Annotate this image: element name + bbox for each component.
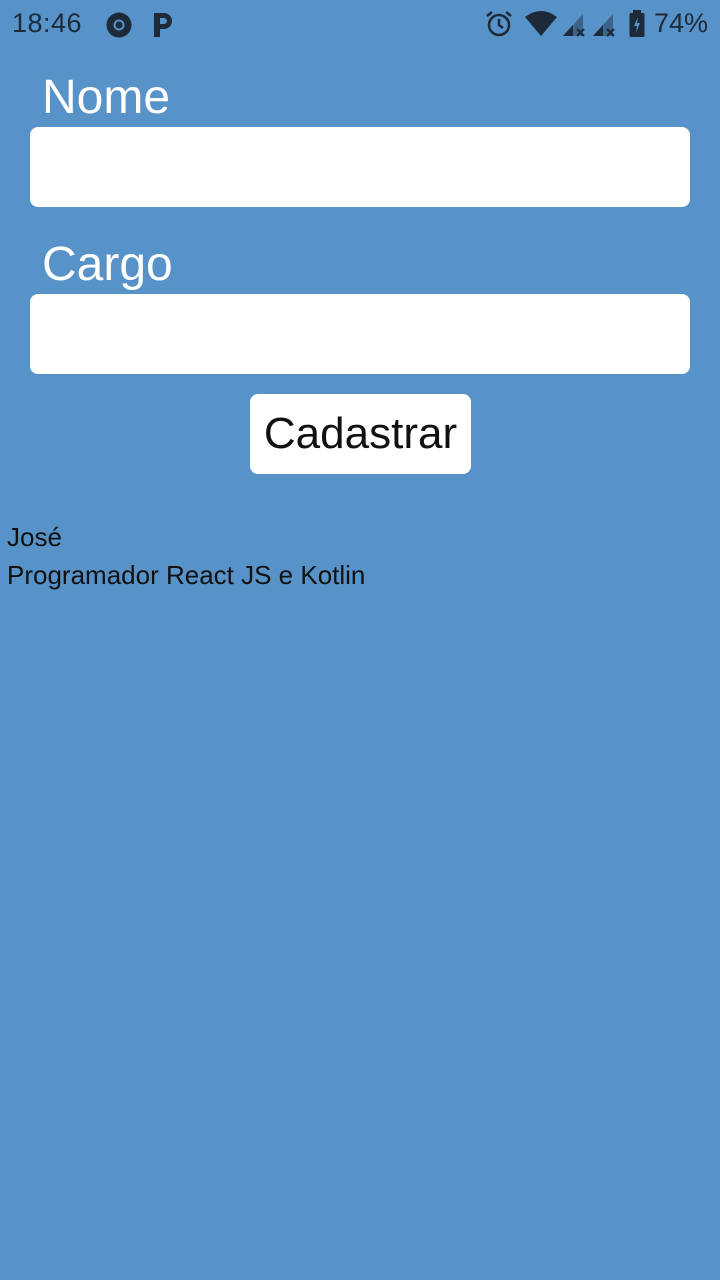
entry-role: Programador React JS e Kotlin [7,560,366,590]
role-label: Cargo [42,238,173,291]
submit-button[interactable]: Cadastrar [250,394,471,474]
battery-icon [629,10,645,37]
name-label: Nome [42,71,171,124]
role-input[interactable] [30,294,690,374]
battery-percentage: 74% [653,8,708,38]
signal-icon [563,14,585,37]
status-time: 18:46 [12,8,83,38]
signal-icon [593,14,615,37]
alarm-icon [486,11,512,37]
chrome-icon [106,12,132,38]
entry-name: José [7,522,62,552]
name-input[interactable] [30,127,690,207]
status-bar: 18:46 74% [0,0,720,50]
parking-icon [154,13,172,37]
list-item: José Programador React JS e Kotlin [7,518,365,594]
wifi-icon [525,11,557,36]
